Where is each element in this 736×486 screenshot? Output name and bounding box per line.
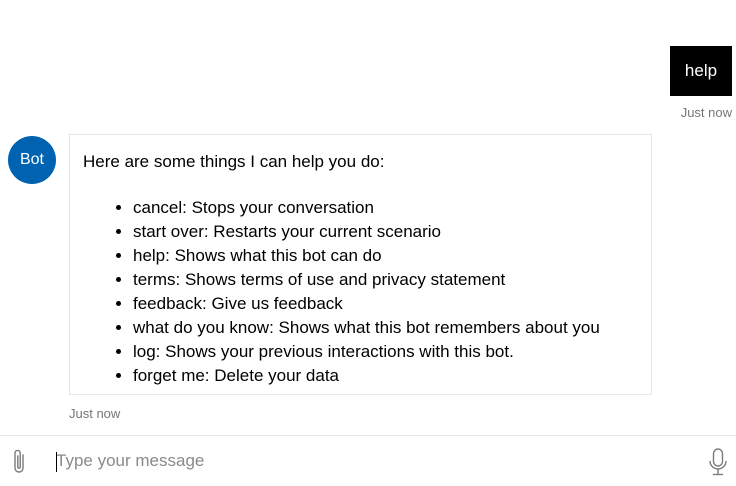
user-message-text: help <box>684 61 718 80</box>
bot-message-timestamp: Just now <box>69 406 121 421</box>
paperclip-icon <box>14 449 24 473</box>
text-caret <box>56 452 57 472</box>
bot-avatar: Bot <box>8 136 56 184</box>
user-message-bubble: help <box>670 46 732 96</box>
chat-window: help Just now Bot Here are some things I… <box>0 0 736 486</box>
microphone-button[interactable] <box>706 446 730 478</box>
list-item: help: Shows what this bot can do <box>133 244 638 268</box>
microphone-icon <box>709 448 727 476</box>
attach-button[interactable] <box>8 448 30 476</box>
list-item: start over: Restarts your current scenar… <box>133 220 638 244</box>
user-message-timestamp: Just now <box>680 105 732 120</box>
bot-avatar-initials: Bot <box>19 151 44 168</box>
message-input[interactable] <box>54 446 676 476</box>
bot-command-list: cancel: Stops your conversation start ov… <box>83 196 638 388</box>
bot-message-bubble: Here are some things I can help you do: … <box>69 134 652 395</box>
list-item: what do you know: Shows what this bot re… <box>133 316 638 340</box>
list-item: feedback: Give us feedback <box>133 292 638 316</box>
list-item: log: Shows your previous interactions wi… <box>133 340 638 364</box>
bot-message-intro: Here are some things I can help you do: <box>83 152 385 171</box>
list-item: terms: Shows terms of use and privacy st… <box>133 268 638 292</box>
list-item: cancel: Stops your conversation <box>133 196 638 220</box>
list-item: forget me: Delete your data <box>133 364 638 388</box>
message-input-bar <box>0 435 736 486</box>
